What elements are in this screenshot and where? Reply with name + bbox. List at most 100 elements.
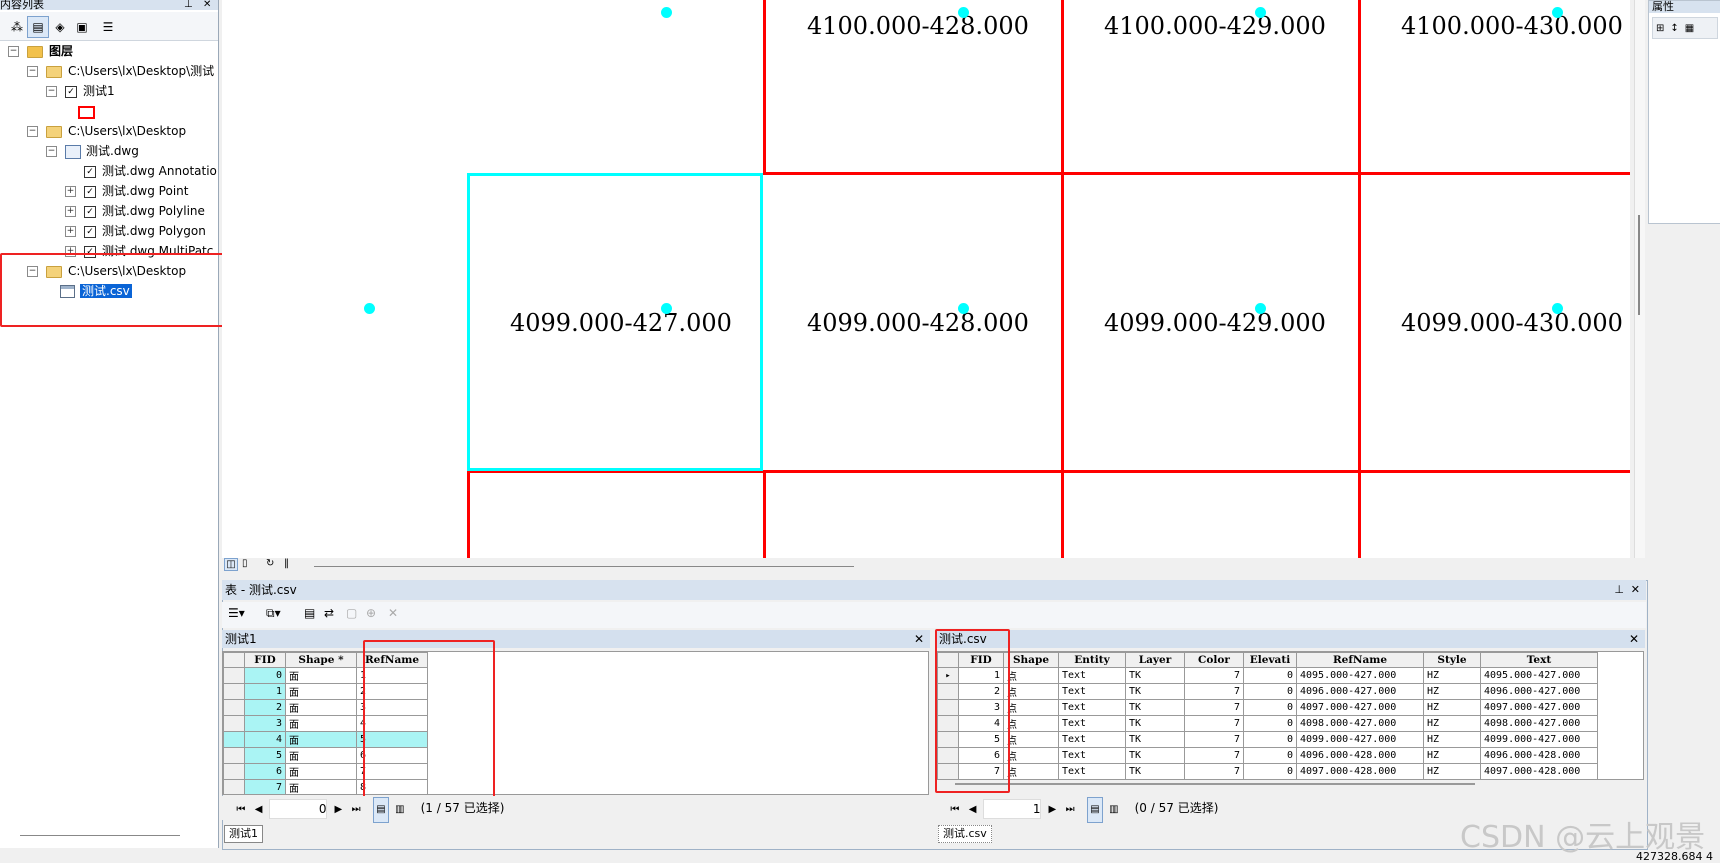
row-selector[interactable] [223, 779, 245, 794]
table-cell[interactable]: 0 [1243, 763, 1297, 779]
categorized-icon[interactable]: ⊞ [1656, 23, 1664, 34]
row-selector[interactable] [223, 731, 245, 748]
row-selector[interactable] [223, 715, 245, 732]
close-icon[interactable]: ✕ [914, 630, 924, 648]
options-icon[interactable]: ☰ [97, 16, 119, 38]
table-cell[interactable]: 4097.000-428.000 [1296, 763, 1424, 779]
show-selected-records-icon[interactable]: ▥ [393, 798, 407, 822]
expand-icon[interactable]: + [65, 206, 76, 217]
map-vertical-scrollbar[interactable] [1634, 0, 1645, 558]
table-cell[interactable]: HZ [1423, 747, 1481, 764]
layout-view-icon[interactable]: ▯ [242, 558, 248, 569]
related-tables-icon[interactable]: ⧉▾ [266, 606, 281, 621]
table-cell[interactable]: 点 [1003, 763, 1059, 779]
table-cell[interactable]: 3 [244, 715, 286, 732]
select-by-attributes-icon[interactable]: ▤ [304, 606, 315, 620]
table-cell[interactable]: 0 [244, 667, 286, 684]
column-header[interactable]: Shape [1003, 652, 1059, 668]
list-by-source-icon[interactable]: ▤ [27, 16, 49, 38]
layer-visibility-checkbox[interactable]: ✓ [65, 85, 77, 98]
table-cell[interactable]: 4096.000-428.000 [1480, 747, 1598, 764]
table-cell[interactable]: 面 [285, 779, 357, 794]
table-cell[interactable]: Text [1058, 667, 1126, 684]
table-cell[interactable]: 点 [1003, 731, 1059, 748]
table-cell[interactable]: TK [1125, 683, 1185, 700]
show-all-records-icon[interactable]: ▤ [1086, 797, 1103, 823]
map-point[interactable] [1552, 7, 1563, 18]
table-cell[interactable]: 4096.000-427.000 [1296, 683, 1424, 700]
table-cell[interactable]: 0 [1243, 667, 1297, 684]
table-cell[interactable]: 4099.000-427.000 [1480, 731, 1598, 748]
table-cell[interactable]: 4 [244, 731, 286, 748]
right-horizontal-scrollbar[interactable] [955, 783, 1475, 785]
collapse-icon[interactable]: − [8, 46, 19, 57]
table-cell[interactable]: 面 [285, 667, 357, 684]
sort-az-icon[interactable]: ↕ [1670, 23, 1678, 34]
row-selector[interactable] [223, 699, 245, 716]
table-cell[interactable]: 0 [1243, 747, 1297, 764]
collapse-icon[interactable]: − [27, 126, 38, 137]
toc-scrollbar[interactable] [20, 835, 180, 836]
zoom-to-selected-icon[interactable]: ⊕ [366, 606, 376, 620]
table-cell[interactable]: 1 [244, 683, 286, 700]
delete-selected-icon[interactable]: ✕ [388, 606, 398, 620]
table-cell[interactable]: 4098.000-427.000 [1296, 715, 1424, 732]
table-options-icon[interactable]: ☰▾ [228, 606, 245, 620]
map-point[interactable] [364, 303, 375, 314]
column-header[interactable]: Text [1480, 652, 1598, 668]
table-row[interactable]: 2 点 Text TK 7 0 4096.000-427.000 HZ 4096.000-427… [937, 683, 1598, 700]
table-cell[interactable]: 0 [1243, 715, 1297, 732]
row-selector[interactable] [223, 747, 245, 764]
map-point[interactable] [1255, 303, 1266, 314]
table-cell[interactable]: 4099.000-427.000 [1296, 731, 1424, 748]
table-cell[interactable]: 0 [1243, 699, 1297, 716]
table-cell[interactable]: 面 [285, 731, 357, 748]
pause-icon[interactable]: ‖ [284, 558, 289, 569]
collapse-icon[interactable]: − [46, 86, 57, 97]
tree-dwg-polygon[interactable]: + ✓ 测试.dwg Polygon [65, 222, 206, 240]
table-cell[interactable]: TK [1125, 763, 1185, 779]
table-cell[interactable]: 2 [244, 699, 286, 716]
table-cell[interactable]: 面 [285, 699, 357, 716]
tree-group-1[interactable]: − C:\Users\lx\Desktop\测试 [27, 62, 214, 80]
table-cell[interactable]: 7 [1184, 699, 1244, 716]
show-all-records-icon[interactable]: ▤ [372, 797, 389, 823]
last-record-icon[interactable]: ⏭ [1063, 798, 1077, 822]
column-header[interactable]: RefName [1296, 652, 1424, 668]
tree-dwg-polyline[interactable]: + ✓ 测试.dwg Polyline [65, 202, 205, 220]
map-horizontal-scrollbar[interactable] [314, 566, 854, 567]
close-icon[interactable]: ✕ [1631, 580, 1640, 600]
close-icon[interactable]: ✕ [203, 0, 211, 10]
table-row[interactable]: 4 点 Text TK 7 0 4098.000-427.000 HZ 4098.000-427… [937, 715, 1598, 732]
table-cell[interactable]: 5 [244, 747, 286, 764]
table-cell[interactable]: 点 [1003, 683, 1059, 700]
table-cell[interactable]: Text [1058, 747, 1126, 764]
table-row[interactable]: 7 点 Text TK 7 0 4097.000-428.000 HZ 4097.000-428… [937, 763, 1598, 779]
map-view[interactable]: 4100.000-428.000 4100.000-429.000 4100.0… [222, 0, 1630, 558]
column-header[interactable]: Color [1184, 652, 1244, 668]
table-cell[interactable]: 4097.000-427.000 [1296, 699, 1424, 716]
next-record-icon[interactable]: ▶ [331, 798, 345, 822]
layer-visibility-checkbox[interactable]: ✓ [84, 165, 96, 178]
table-row[interactable]: ▸ 1 点 Text TK 7 0 4095.000-427.000 HZ 4095.000-42… [937, 667, 1598, 684]
first-record-icon[interactable]: ⏮ [948, 798, 962, 822]
table-cell[interactable]: 7 [244, 779, 286, 794]
table-cell[interactable]: 7 [1184, 715, 1244, 732]
clear-selection-icon[interactable]: ▢ [346, 606, 357, 620]
tree-layer-test1[interactable]: − ✓ 测试1 [46, 82, 115, 100]
column-header[interactable]: Shape * [285, 652, 357, 668]
table-cell[interactable]: HZ [1423, 763, 1481, 779]
scroll-thumb[interactable] [1638, 215, 1640, 315]
column-header[interactable]: Style [1423, 652, 1481, 668]
table-cell[interactable]: 7 [1184, 667, 1244, 684]
collapse-icon[interactable]: − [46, 146, 57, 157]
pin-icon[interactable]: ⊥ [184, 0, 193, 10]
table-cell[interactable]: 7 [1184, 731, 1244, 748]
layer-visibility-checkbox[interactable]: ✓ [84, 185, 96, 198]
column-header[interactable]: Entity [1058, 652, 1126, 668]
map-point[interactable] [661, 303, 672, 314]
table-cell[interactable]: Text [1058, 699, 1126, 716]
table-cell[interactable]: 4095.000-427.000 [1296, 667, 1424, 684]
table-cell[interactable]: Text [1058, 763, 1126, 779]
expand-icon[interactable]: + [65, 186, 76, 197]
